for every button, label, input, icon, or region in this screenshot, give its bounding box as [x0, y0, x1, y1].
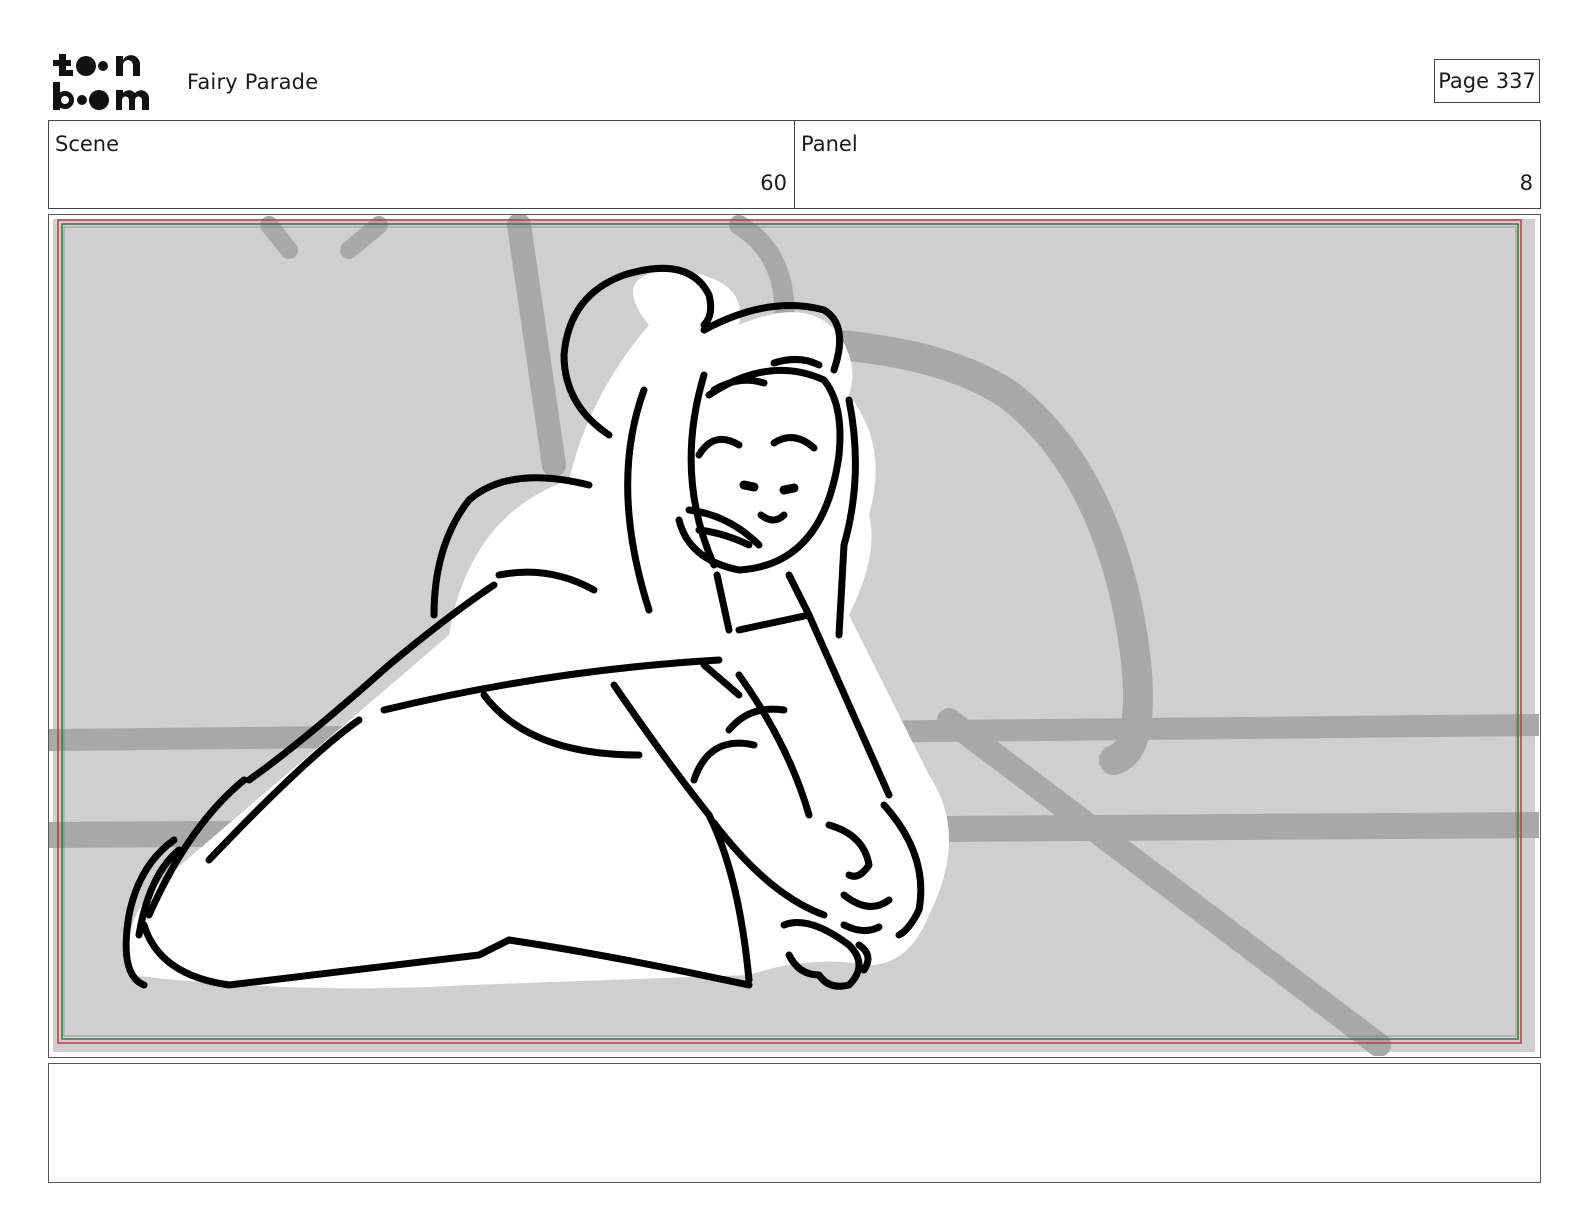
panel-value: 8 [1519, 171, 1533, 195]
panel-label: Panel [801, 132, 858, 156]
scene-value: 60 [760, 171, 787, 195]
scene-panel-info: Scene 60 Panel 8 [48, 120, 1541, 209]
panel-cell: Panel 8 [794, 121, 1540, 208]
scene-cell: Scene 60 [49, 121, 794, 208]
storyboard-sketch [49, 215, 1539, 1056]
panel-notes-box [48, 1063, 1541, 1183]
storyboard-panel-frame [48, 214, 1541, 1058]
project-title: Fairy Parade [187, 70, 319, 94]
page-number-box: Page 337 [1434, 59, 1540, 103]
toon-boom-logo [53, 54, 150, 110]
page-number: Page 337 [1438, 69, 1536, 93]
scene-label: Scene [55, 132, 120, 156]
